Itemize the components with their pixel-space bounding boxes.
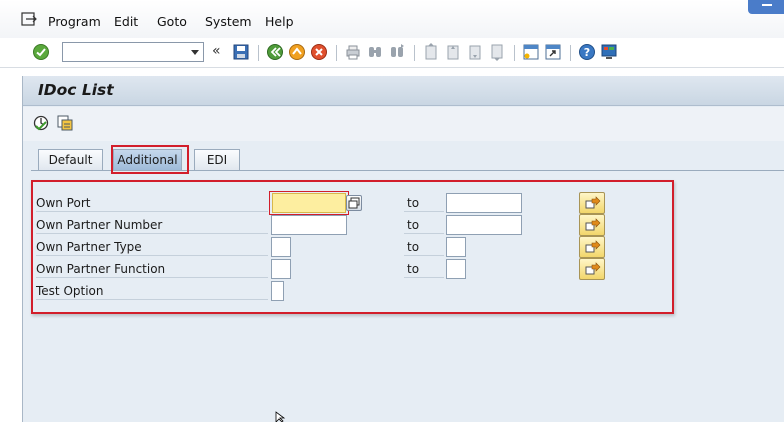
get-variant-icon[interactable] (56, 114, 74, 132)
own-port-to-label: to (404, 195, 444, 212)
arrow-right-icon (585, 218, 601, 231)
arrow-right-icon (585, 196, 601, 209)
multiple-selection-icon[interactable] (346, 195, 362, 211)
menu-goto[interactable]: Goto (157, 14, 187, 29)
own-partner-function-to-label: to (404, 261, 444, 278)
own-partner-type-to-input[interactable] (446, 237, 466, 257)
own-partner-function-from-input[interactable] (271, 259, 291, 279)
shortcut-icon[interactable] (544, 43, 562, 61)
mouse-cursor-icon (275, 411, 286, 422)
arrow-right-icon (585, 240, 601, 253)
application-toolbar (23, 107, 784, 141)
own-port-multiple-selection-button[interactable] (579, 192, 605, 214)
tabstrip: Default Additional EDI (23, 141, 784, 174)
last-page-icon[interactable] (488, 43, 506, 61)
toolbar-separator (336, 45, 337, 61)
chevron-down-icon[interactable] (191, 50, 199, 55)
toolbar-separator (514, 45, 515, 61)
previous-page-icon[interactable] (444, 43, 462, 61)
toolbar-separator (258, 45, 259, 61)
save-icon[interactable] (232, 43, 250, 61)
exit-icon[interactable] (288, 43, 306, 61)
enter-icon[interactable] (32, 43, 50, 61)
customize-layout-icon[interactable] (600, 43, 618, 61)
execute-icon[interactable] (32, 114, 50, 132)
system-toolbar: « ? (0, 38, 784, 68)
first-page-icon[interactable] (422, 43, 440, 61)
cancel-icon[interactable] (310, 43, 328, 61)
menu-exit-icon[interactable] (21, 12, 37, 26)
collapse-toolbar-icon[interactable]: « (212, 43, 221, 59)
find-next-icon[interactable] (388, 43, 406, 61)
title-bar: IDoc List (23, 76, 784, 106)
own-partner-type-multiple-selection-button[interactable] (579, 236, 605, 258)
test-option-label: Test Option (36, 283, 268, 300)
own-port-label: Own Port (36, 195, 268, 212)
own-partner-function-to-input[interactable] (446, 259, 466, 279)
svg-text:?: ? (584, 46, 590, 59)
own-partner-number-to-input[interactable] (446, 215, 522, 235)
page-title: IDoc List (38, 81, 114, 99)
own-partner-number-label: Own Partner Number (36, 217, 268, 234)
menu-program[interactable]: Program (48, 14, 101, 29)
focus-marker (269, 191, 349, 215)
menu-edit[interactable]: Edit (114, 14, 138, 29)
own-partner-type-to-label: to (404, 239, 444, 256)
toolbar-separator (570, 45, 571, 61)
own-partner-number-to-label: to (404, 217, 444, 234)
print-icon[interactable] (344, 43, 362, 61)
test-option-input[interactable] (271, 281, 284, 301)
help-icon[interactable]: ? (578, 43, 596, 61)
own-partner-type-from-input[interactable] (271, 237, 291, 257)
own-port-to-input[interactable] (446, 193, 522, 213)
find-icon[interactable] (366, 43, 384, 61)
own-partner-number-from-input[interactable] (271, 215, 347, 235)
next-page-icon[interactable] (466, 43, 484, 61)
arrow-right-icon (585, 262, 601, 275)
tab-highlight-box (111, 145, 189, 174)
back-icon[interactable] (266, 43, 284, 61)
menu-bar: Program Edit Goto System Help (0, 0, 784, 40)
screen-area: IDoc List Default Additional EDI Own Por… (22, 76, 784, 422)
tab-edi[interactable]: EDI (194, 149, 240, 171)
tab-default[interactable]: Default (38, 149, 103, 171)
own-partner-number-multiple-selection-button[interactable] (579, 214, 605, 236)
own-partner-function-multiple-selection-button[interactable] (579, 258, 605, 280)
menu-system[interactable]: System (205, 14, 252, 29)
menu-help[interactable]: Help (265, 14, 294, 29)
own-partner-function-label: Own Partner Function (36, 261, 268, 278)
own-partner-type-label: Own Partner Type (36, 239, 268, 256)
command-field[interactable] (62, 42, 204, 62)
create-session-icon[interactable] (522, 43, 540, 61)
window-control-icon[interactable] (748, 0, 784, 14)
toolbar-separator (414, 45, 415, 61)
